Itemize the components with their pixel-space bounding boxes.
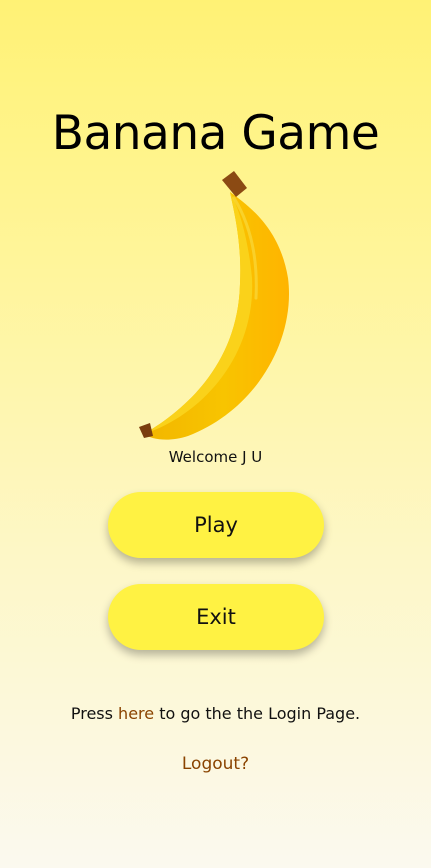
exit-button-label: Exit bbox=[196, 605, 236, 629]
exit-button[interactable]: Exit bbox=[108, 584, 324, 650]
page-title: Banana Game bbox=[51, 106, 380, 161]
play-button-label: Play bbox=[194, 513, 238, 537]
banana-stem bbox=[222, 171, 247, 197]
login-prompt-prefix: Press bbox=[70, 704, 119, 723]
login-prompt: Press here to go the the Login Page. bbox=[0, 704, 431, 724]
banana-tip bbox=[139, 423, 153, 438]
login-here-link[interactable]: here bbox=[118, 704, 154, 723]
welcome-text: Welcome J U bbox=[168, 448, 263, 466]
login-prompt-suffix: to go the the Login Page. bbox=[154, 704, 361, 723]
play-button[interactable]: Play bbox=[108, 492, 324, 558]
banana-body bbox=[144, 192, 290, 440]
logout-link[interactable]: Logout? bbox=[182, 754, 249, 774]
banana-icon bbox=[139, 171, 290, 440]
logout-area: Logout? bbox=[0, 753, 431, 775]
